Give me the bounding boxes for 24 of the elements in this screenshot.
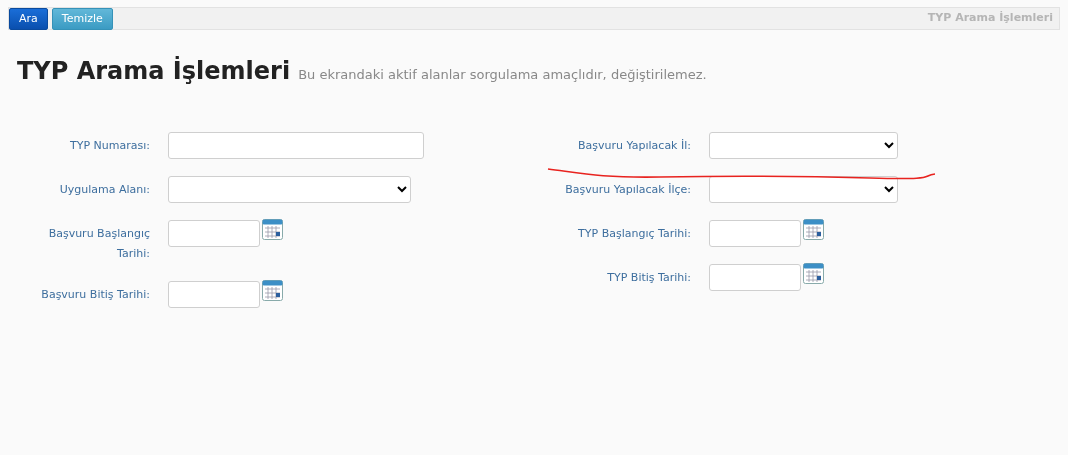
calendar-icon[interactable]: [262, 278, 283, 301]
field-label: TYP Numarası:: [69, 137, 150, 154]
field-label: Uygulama Alanı:: [58, 181, 150, 198]
field-label: Başvuru Yapılacak İl:: [577, 137, 691, 154]
date-field[interactable]: [168, 219, 260, 247]
dropdown-field[interactable]: [709, 131, 898, 159]
page-subtitle: Bu ekrandaki aktif alanlar sorgulama amaçlıdır, değiştirilemez.: [298, 66, 707, 84]
field-label: Başvuru Bitiş Tarihi:: [40, 286, 150, 303]
date-field[interactable]: [168, 280, 260, 308]
date-field[interactable]: [709, 263, 801, 291]
page-breadcrumb: TYP Arama İşlemleri: [927, 10, 1053, 27]
field-label: TYP Başlangıç Tarihi:: [577, 225, 691, 242]
page-title: TYP Arama İşlemleri: [17, 57, 291, 86]
field-label: Başvuru Başlangıç Tarihi:: [47, 225, 150, 262]
field-label: Başvuru Yapılacak İlçe:: [564, 181, 691, 198]
dropdown-field[interactable]: [168, 175, 411, 203]
calendar-icon[interactable]: [803, 261, 824, 284]
dropdown-field[interactable]: [709, 175, 898, 203]
calendar-icon[interactable]: [803, 217, 824, 240]
date-field[interactable]: [709, 219, 801, 247]
search-button[interactable]: Ara: [9, 7, 48, 30]
calendar-icon[interactable]: [262, 217, 283, 240]
field-label: TYP Bitiş Tarihi:: [606, 269, 691, 286]
text-field[interactable]: [168, 131, 424, 159]
